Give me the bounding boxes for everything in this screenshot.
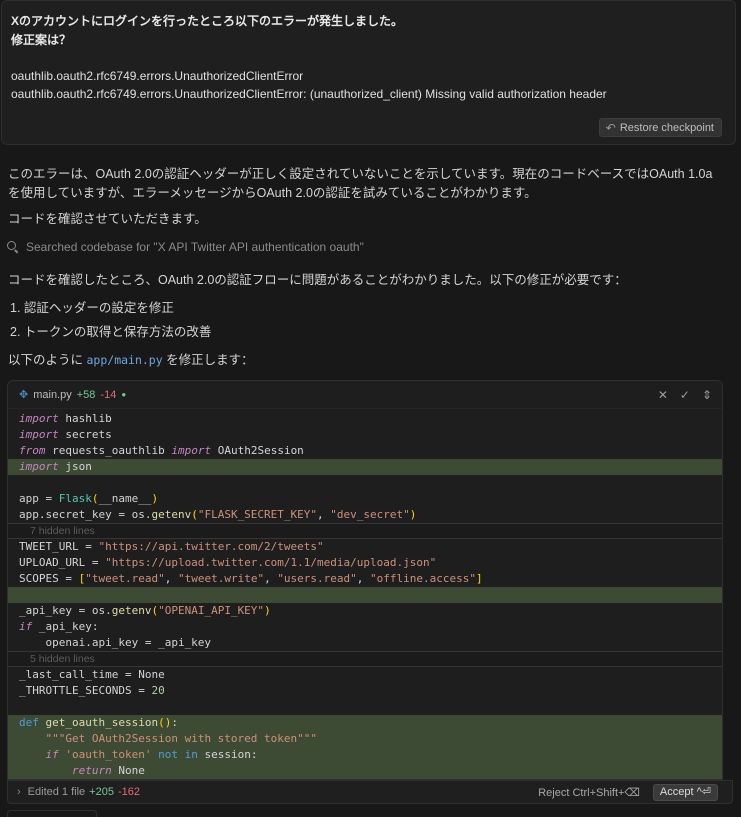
code-line: _last_call_time = None: [19, 668, 165, 681]
code-line: app.secret_key = os.getenv("FLASK_SECRET…: [19, 508, 417, 521]
assistant-paragraph-2: コードを確認させていただきます。: [8, 212, 207, 226]
code-line: openai.api_key = _api_key: [19, 636, 212, 649]
code-line: app = Flask(__name__): [19, 492, 159, 505]
total-removed-count: -162: [117, 786, 140, 798]
accept-button[interactable]: Accept ^⏎: [652, 784, 718, 801]
reject-button[interactable]: Reject Ctrl+Shift+⌫: [538, 786, 640, 799]
list-item: 2. トークンの取得と保存方法の改善: [10, 325, 212, 339]
added-lines-count: +58: [76, 388, 96, 401]
editor-filename[interactable]: main.py: [33, 389, 72, 401]
code-line-added: import json: [8, 459, 722, 475]
list-item: 1. 認証ヘッダーの設定を修正: [10, 301, 174, 315]
user-error-text: oauthlib.oauth2.rfc6749.errors.Unauthori…: [11, 69, 607, 101]
code-line-added: if 'oauth_token' not in session:: [8, 747, 722, 763]
assistant-paragraph-3: コードを確認したところ、OAuth 2.0の認証フローに問題があることがわかりま…: [8, 273, 627, 287]
searched-codebase-row[interactable]: Searched codebase for "X API Twitter API…: [7, 240, 364, 254]
assistant-paragraph-1: このエラーは、OAuth 2.0の認証ヘッダーが正しく設定されていないことを示し…: [8, 167, 713, 200]
code-line: _api_key = os.getenv("OPENAI_API_KEY"): [19, 604, 271, 617]
close-icon[interactable]: ✕: [658, 388, 668, 402]
code-line: SCOPES = ["tweet.read", "tweet.write", "…: [19, 572, 483, 585]
hidden-lines-toggle[interactable]: 5 hidden lines: [8, 651, 722, 667]
user-question: Xのアカウントにログインを行ったところ以下のエラーが発生しました。 修正案は？: [11, 14, 404, 47]
total-added-count: +205: [89, 786, 114, 798]
code-line: from requests_oauthlib import OAuth2Sess…: [19, 444, 304, 457]
file-link[interactable]: app/main.py: [87, 353, 163, 367]
assistant-paragraph-4: 以下のように app/main.py を修正します：: [8, 353, 254, 367]
code-line: UPLOAD_URL = "https://upload.twitter.com…: [19, 556, 437, 569]
code-diff-editor[interactable]: ✥ main.py +58 -14 ● ✕ ✓ ⇕ import hashlib…: [7, 380, 723, 780]
code-line-added: """Get OAuth2Session with stored token""…: [8, 731, 722, 747]
edit-summary-bar[interactable]: › Edited 1 file +205 -162 Reject Ctrl+Sh…: [7, 780, 733, 804]
removed-lines-count: -14: [100, 388, 117, 401]
code-line-added: [8, 587, 722, 603]
user-message: Xのアカウントにログインを行ったところ以下のエラーが発生しました。 修正案は？ …: [1, 0, 736, 145]
code-content[interactable]: import hashlib import secrets from reque…: [8, 411, 722, 779]
code-line-added: def get_oauth_session():: [8, 715, 722, 731]
editor-actions: ✕ ✓ ⇕: [658, 388, 712, 402]
chevron-right-icon[interactable]: ›: [17, 786, 21, 798]
undo-icon: ↶: [605, 120, 616, 135]
restore-checkpoint-button[interactable]: ↶ Restore checkpoint: [598, 118, 722, 137]
check-icon[interactable]: ✓: [680, 388, 690, 402]
editor-header: ✥ main.py +58 -14 ●: [8, 381, 722, 409]
code-line: TWEET_URL = "https://api.twitter.com/2/t…: [19, 540, 324, 553]
edited-files-label: Edited 1 file: [27, 786, 86, 798]
code-line: if _api_key:: [19, 620, 99, 633]
code-line-added: return None: [8, 763, 722, 779]
expand-icon[interactable]: ⇕: [702, 388, 712, 402]
modified-dot-icon: ●: [121, 390, 127, 399]
python-file-icon: ✥: [19, 389, 29, 401]
search-icon: [7, 241, 19, 253]
code-line: _THROTTLE_SECONDS = 20: [19, 684, 165, 697]
next-panel-edge: [7, 810, 97, 817]
code-line: import secrets: [19, 428, 112, 441]
code-line: import hashlib: [19, 412, 112, 425]
hidden-lines-toggle[interactable]: 7 hidden lines: [8, 523, 722, 539]
